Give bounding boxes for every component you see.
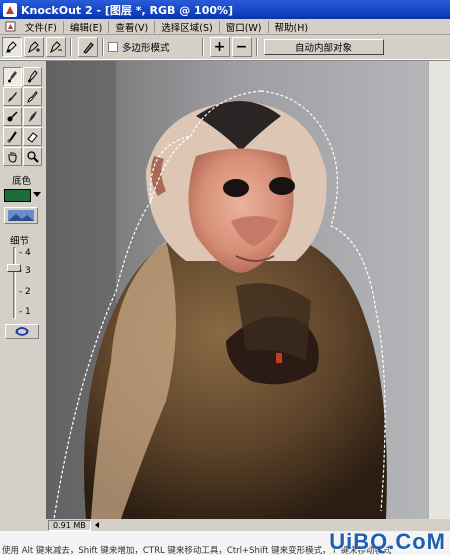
slider-tick-4: 4	[25, 248, 31, 258]
slider-tick-dash: -	[19, 266, 23, 276]
hint-bar: 使用 Alt 键来减去，Shift 键来增加，CTRL 键来移动工具，Ctrl+…	[0, 531, 450, 555]
refresh-icon	[15, 327, 29, 336]
menu-window[interactable]: 窗口(W)	[221, 20, 267, 34]
app-logo-icon	[3, 2, 17, 17]
lasso-plus-icon	[28, 41, 40, 54]
edge-feather-plus-tool[interactable]	[23, 107, 42, 126]
slider-track	[13, 247, 16, 319]
slider-tick-3: 3	[25, 266, 31, 276]
background-image-icon	[8, 210, 34, 221]
lasso-minus-icon	[50, 41, 62, 54]
menu-separator	[267, 20, 269, 33]
menu-select[interactable]: 选择区域(S)	[156, 20, 217, 34]
inside-brush-icon	[8, 92, 17, 102]
lasso-minus-button[interactable]	[46, 37, 66, 57]
outside-object-tool[interactable]	[23, 67, 42, 86]
hand-icon	[8, 152, 17, 163]
menu-view[interactable]: 查看(V)	[110, 20, 153, 34]
touchup-brush-icon	[6, 131, 17, 143]
lasso-pen-icon	[6, 41, 17, 54]
title-bar[interactable]: KnockOut 2 - [图层 *, RGB @ 100%]	[0, 0, 450, 19]
auto-inner-object-label: 自动内部对象	[295, 43, 353, 54]
toolbar-separator	[102, 38, 104, 56]
window-title: KnockOut 2 - [图层 *, RGB @ 100%]	[21, 3, 234, 17]
add-button[interactable]: +	[209, 37, 230, 57]
menu-separator	[62, 20, 64, 33]
inside-object-tool[interactable]	[3, 67, 22, 86]
menu-help[interactable]: 帮助(H)	[270, 20, 314, 34]
outside-brush-tool[interactable]	[23, 87, 42, 106]
slider-tick-1: 1	[25, 307, 31, 317]
swatch-dropdown-arrow-icon[interactable]	[33, 192, 41, 197]
background-preview-button[interactable]	[4, 207, 38, 224]
eraser-tool[interactable]	[23, 127, 42, 146]
horizontal-scroll-left-icon[interactable]	[94, 522, 99, 528]
inside-brush-tool[interactable]	[3, 87, 22, 106]
outside-brush-icon	[27, 91, 38, 103]
eraser-icon	[27, 132, 38, 143]
menu-separator	[154, 20, 156, 33]
add-button-label: +	[213, 39, 226, 55]
lasso-pen-button[interactable]	[2, 37, 22, 57]
slider-tick-dash: -	[19, 287, 23, 297]
auto-inner-object-button[interactable]: 自动内部对象	[263, 39, 384, 55]
menu-edit[interactable]: 编辑(E)	[65, 20, 107, 34]
application-window: KnockOut 2 - [图层 *, RGB @ 100%] 文件(F) 编辑…	[0, 0, 450, 555]
edge-feather-tool[interactable]	[3, 107, 22, 126]
status-bar: 0.91 MB	[46, 519, 450, 531]
menu-file[interactable]: 文件(F)	[20, 20, 62, 34]
polygon-mode-checkbox[interactable]	[108, 42, 118, 52]
outside-object-icon	[28, 70, 38, 83]
toolbar-separator	[201, 38, 204, 56]
file-size: 0.91 MB	[48, 519, 91, 531]
monkey-photo[interactable]	[46, 61, 428, 519]
refresh-button[interactable]	[5, 324, 39, 339]
feather-icon	[29, 111, 37, 122]
inside-object-icon	[8, 71, 17, 83]
tool-palette: 底色 细节 4 3 2 1 - - - -	[0, 61, 46, 531]
options-toolbar: 多边形模式 + − 自动内部对象	[0, 35, 450, 60]
subtract-button[interactable]: −	[231, 37, 252, 57]
slider-tick-dash: -	[19, 307, 23, 317]
touchup-brush-tool[interactable]	[3, 127, 22, 146]
magnifier-icon	[27, 151, 39, 163]
lasso-plus-button[interactable]	[24, 37, 44, 57]
brush-icon	[83, 42, 94, 54]
watermark: UiBQ.CoM	[329, 531, 446, 554]
edge-feather-icon	[7, 111, 18, 122]
toolbar-separator	[255, 38, 258, 56]
subtract-button-label: −	[235, 39, 248, 55]
zoom-tool[interactable]	[23, 147, 42, 166]
menu-bar: 文件(F) 编辑(E) 查看(V) 选择区域(S) 窗口(W) 帮助(H)	[0, 19, 450, 35]
vertical-scrollbar[interactable]	[428, 61, 450, 531]
slider-tick-2: 2	[25, 287, 31, 297]
document-canvas[interactable]	[46, 61, 450, 531]
brush-button[interactable]	[78, 37, 98, 57]
slider-tick-dash: -	[19, 248, 23, 258]
toolbar-separator	[70, 38, 72, 56]
document-icon[interactable]	[5, 21, 16, 32]
background-color-swatch[interactable]	[4, 189, 31, 202]
menu-separator	[218, 20, 220, 33]
hand-tool[interactable]	[3, 147, 22, 166]
menu-separator	[108, 20, 110, 33]
detail-slider[interactable]: 4 3 2 1 - - - -	[6, 247, 40, 321]
polygon-mode-label: 多边形模式	[122, 43, 170, 54]
background-color-label: 底色	[12, 176, 32, 187]
detail-label: 细节	[10, 236, 30, 247]
